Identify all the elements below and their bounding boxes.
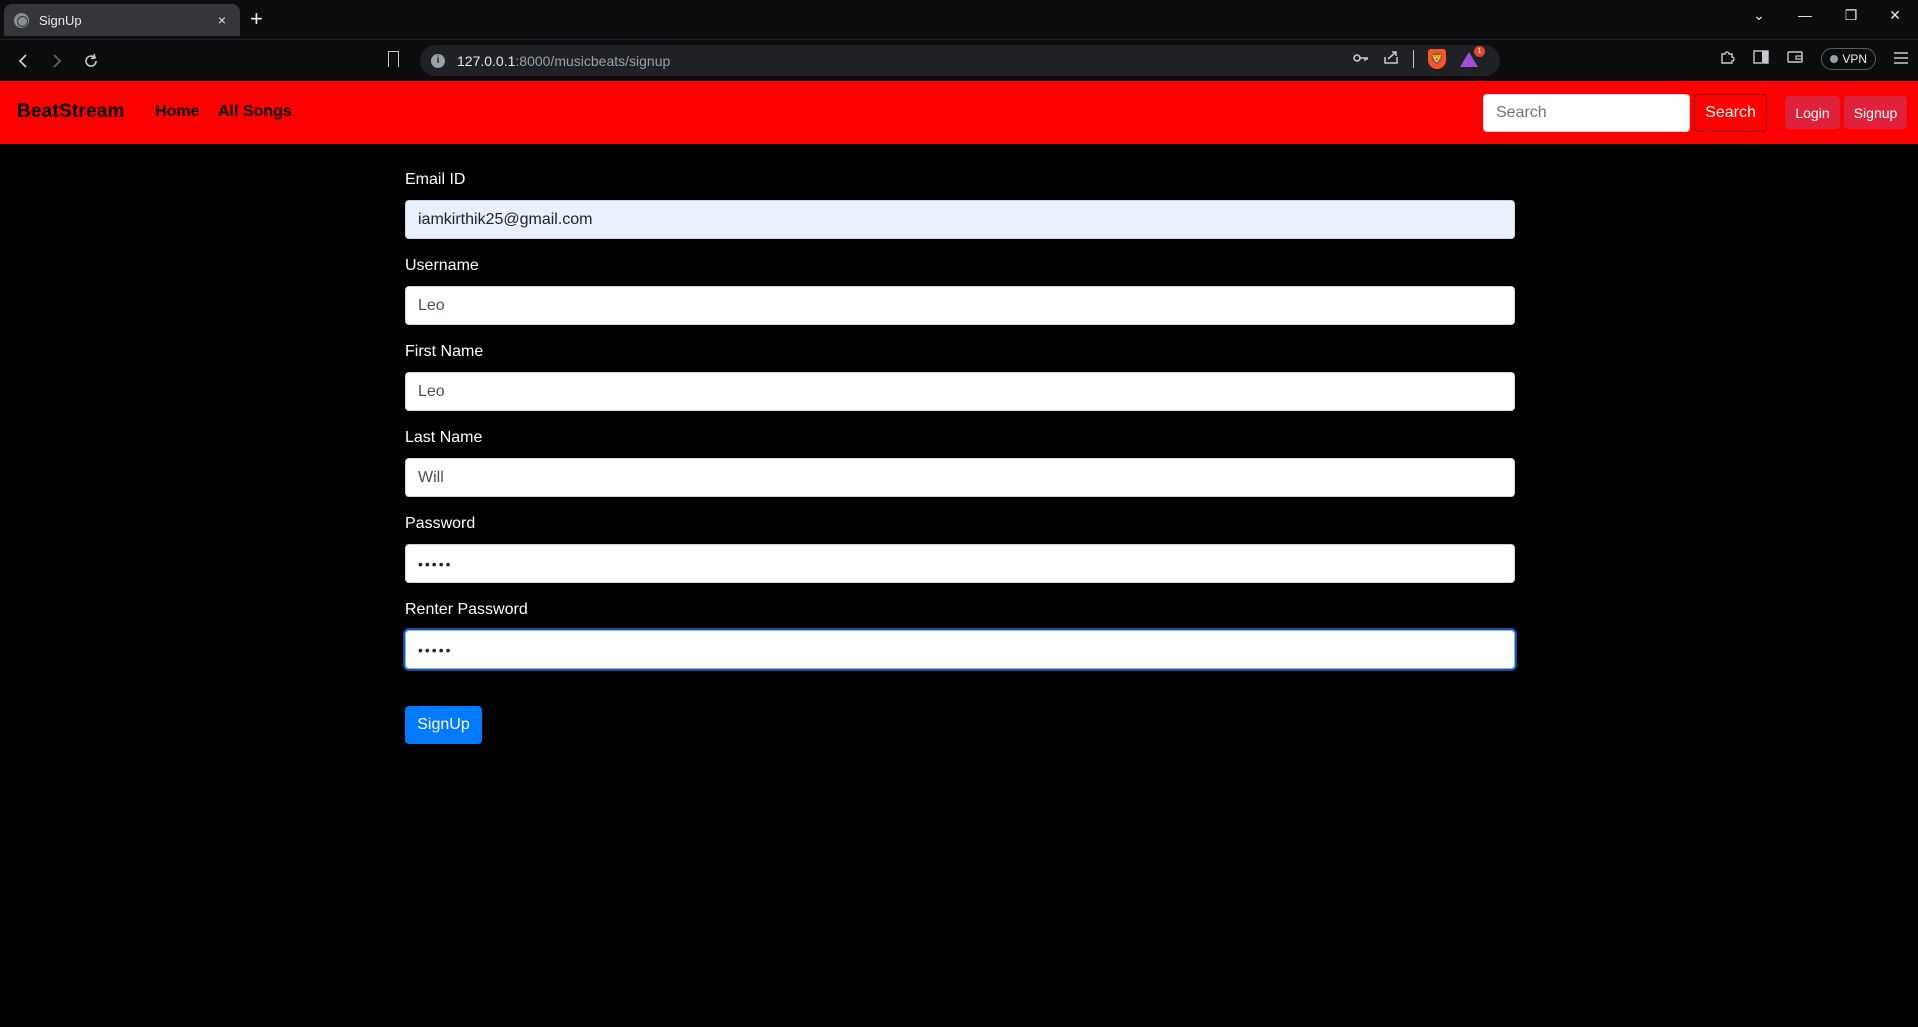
restore-icon[interactable]: ❐: [1828, 0, 1874, 30]
email-field[interactable]: [405, 200, 1515, 239]
nav-all-songs-link[interactable]: All Songs: [218, 103, 292, 121]
search-button[interactable]: Search: [1694, 94, 1767, 132]
url-host: 127.0.0.1: [457, 52, 516, 69]
signup-submit-button[interactable]: SignUp: [405, 706, 482, 744]
wallet-icon[interactable]: [1787, 50, 1804, 68]
browser-tab[interactable]: SignUp ×: [4, 4, 240, 36]
signup-nav-button[interactable]: Signup: [1844, 96, 1907, 129]
password-field[interactable]: [405, 544, 1515, 583]
site-navbar: BeatStream Home All Songs Search Login S…: [0, 81, 1918, 144]
first-name-field-group: First Name: [405, 342, 1515, 411]
username-label: Username: [405, 257, 479, 274]
window-close-icon[interactable]: ✕: [1872, 0, 1918, 30]
first-name-field[interactable]: [405, 372, 1515, 411]
nav-home-link[interactable]: Home: [155, 103, 199, 121]
username-field[interactable]: [405, 286, 1515, 325]
brave-shields-icon[interactable]: 🦁: [1428, 49, 1446, 69]
globe-icon: [14, 12, 29, 28]
login-button[interactable]: Login: [1785, 96, 1840, 129]
password-field-group: Password: [405, 514, 1515, 583]
tab-title: SignUp: [39, 12, 82, 28]
brand-logo[interactable]: BeatStream: [17, 101, 125, 123]
password-label: Password: [405, 515, 476, 532]
site-info-icon[interactable]: i: [431, 53, 445, 68]
search-input[interactable]: [1483, 94, 1690, 132]
renter-password-field[interactable]: [405, 630, 1515, 669]
brave-rewards-icon[interactable]: 1: [1460, 46, 1485, 68]
renter-password-field-group: Renter Password: [405, 600, 1515, 669]
rewards-badge: 1: [1474, 46, 1485, 57]
reload-icon[interactable]: [79, 49, 103, 73]
key-icon[interactable]: [1353, 51, 1369, 68]
last-name-label: Last Name: [405, 429, 483, 446]
username-field-group: Username: [405, 256, 1515, 325]
menu-icon[interactable]: [1894, 51, 1908, 68]
tab-close-icon[interactable]: ×: [214, 12, 230, 28]
minimize-icon[interactable]: —: [1782, 0, 1828, 30]
email-label: Email ID: [405, 171, 466, 188]
email-field-group: Email ID: [405, 170, 1515, 239]
tab-search-chevron-icon[interactable]: ⌄: [1736, 0, 1782, 30]
url-separator: [1413, 50, 1414, 68]
new-tab-icon[interactable]: +: [250, 7, 263, 31]
vpn-button[interactable]: VPN: [1821, 48, 1876, 70]
back-icon[interactable]: [11, 49, 35, 73]
last-name-field-group: Last Name: [405, 428, 1515, 497]
vpn-status-icon: [1830, 55, 1839, 63]
url-path: :8000/musicbeats/signup: [515, 52, 671, 69]
browser-titlebar: SignUp × + ⌄ — ❐ ✕: [0, 0, 1918, 39]
first-name-label: First Name: [405, 343, 484, 360]
address-bar[interactable]: i 127.0.0.1:8000/musicbeats/signup 🦁 1: [420, 45, 1500, 76]
browser-toolbar: i 127.0.0.1:8000/musicbeats/signup 🦁 1: [0, 39, 1918, 81]
sidebar-icon[interactable]: [1753, 50, 1770, 68]
last-name-field[interactable]: [405, 458, 1515, 497]
renter-password-label: Renter Password: [405, 601, 528, 618]
extensions-icon[interactable]: [1719, 49, 1735, 69]
bookmark-icon[interactable]: [388, 51, 399, 67]
share-icon[interactable]: [1383, 49, 1399, 69]
forward-icon[interactable]: [45, 49, 69, 73]
vpn-label: VPN: [1842, 52, 1867, 66]
